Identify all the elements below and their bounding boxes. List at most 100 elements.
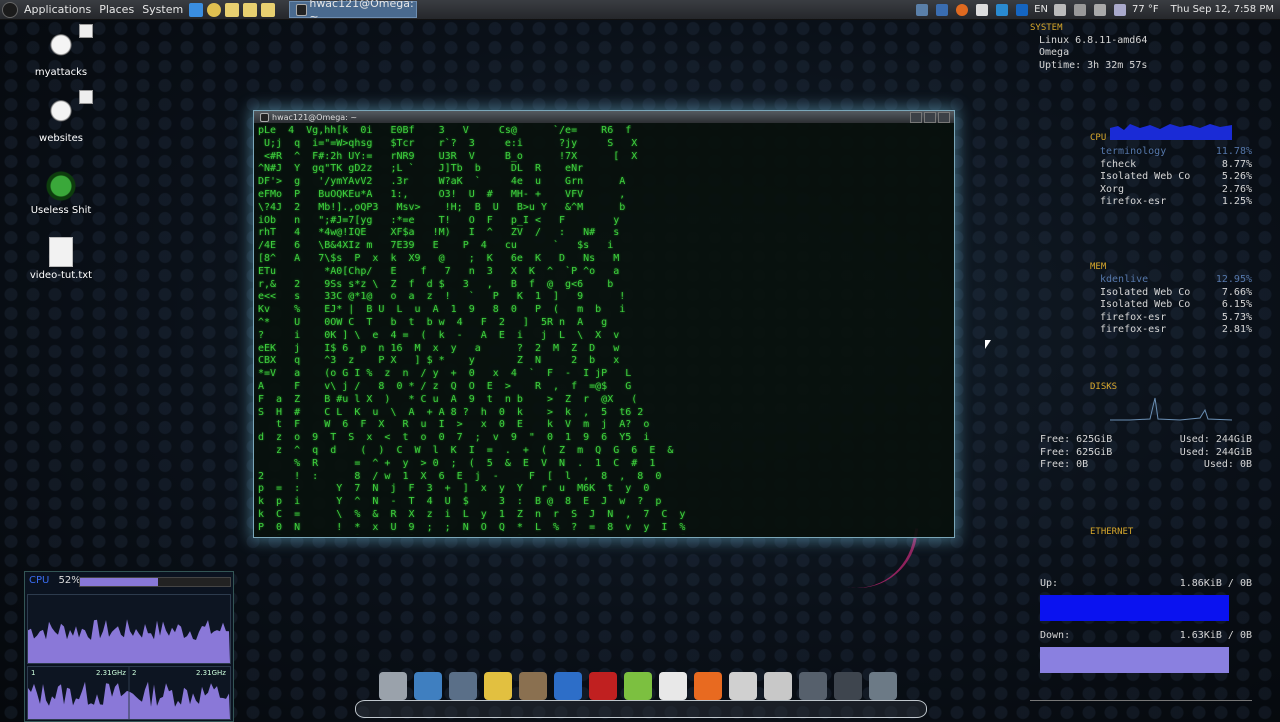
notes-icon[interactable] — [624, 672, 652, 700]
image-viewer-icon[interactable] — [414, 672, 442, 700]
biohazard-icon — [45, 170, 77, 202]
places-menu[interactable]: Places — [95, 3, 138, 16]
conky-ethernet: ETHERNET — [1090, 527, 1133, 537]
system-menu[interactable]: System — [138, 3, 187, 16]
net-down-row: Down: 1.63KiB / 0B — [1040, 630, 1252, 641]
tray-app-icon[interactable] — [996, 3, 1009, 16]
desktop-icon-video-tut[interactable]: video-tut.txt — [21, 237, 101, 281]
launcher-icon[interactable] — [189, 2, 204, 17]
weather-temp[interactable]: 77 °F — [1132, 4, 1159, 15]
desktop-icon-label: myattacks — [34, 67, 88, 78]
cpu-widget-percent: 52% — [58, 575, 81, 586]
volume-icon[interactable] — [1053, 3, 1066, 16]
taskbar-terminal[interactable]: hwac121@Omega: ~ — [289, 0, 418, 23]
disks-label: DISKS — [1090, 382, 1118, 392]
workspace-icon[interactable] — [799, 672, 827, 700]
hp-icon[interactable] — [1016, 3, 1029, 16]
net-up-row: Up: 1.86KiB / 0B — [1040, 578, 1252, 589]
cpu-process-row: terminology 11.78% — [1100, 146, 1252, 157]
cpu-widget: CPU 52% 1 2.31GHz 2 2.31GHz — [24, 571, 234, 722]
file-manager-icon[interactable] — [379, 672, 407, 700]
firefox-icon[interactable] — [694, 672, 722, 700]
disk-row: Free: 625GiB Used: 244GiB — [1040, 434, 1252, 445]
terminal-title: hwac121@Omega: ~ — [272, 112, 358, 122]
teapot-icon[interactable] — [484, 672, 512, 700]
network-icon[interactable] — [449, 672, 477, 700]
terminal-icon — [260, 112, 269, 122]
core1-label: 1 — [31, 669, 36, 677]
cpu-graph — [1110, 124, 1232, 140]
maximize-button[interactable] — [924, 112, 936, 123]
terminal-titlebar[interactable]: hwac121@Omega: ~ — [254, 111, 954, 123]
conky-system: SYSTEM Linux 6.8.11-amd64 Omega Uptime: … — [1030, 22, 1147, 72]
cpu-process-row: Isolated Web Co 5.26% — [1100, 171, 1252, 183]
cpu-widget-label: CPU — [29, 575, 50, 586]
skull-icon — [45, 24, 93, 64]
kernel-version: Linux 6.8.11-amd64 — [1039, 34, 1148, 46]
face-icon[interactable] — [225, 2, 240, 17]
top-panel: Applications Places System hwac121@Omega… — [0, 0, 1280, 23]
face-icon[interactable] — [243, 2, 258, 17]
document-icon[interactable] — [659, 672, 687, 700]
link-badge-icon — [79, 24, 93, 38]
cpu-process-row: firefox-esr 1.25% — [1100, 196, 1252, 208]
network-icon[interactable] — [1073, 3, 1086, 16]
terminal-window[interactable]: hwac121@Omega: ~ pLe 4 Vg,hh[k 0i E0Bf 3… — [253, 110, 955, 538]
system-label: SYSTEM — [1030, 23, 1063, 33]
firefox-icon[interactable] — [956, 3, 969, 16]
cherry-icon[interactable] — [589, 672, 617, 700]
conky-cpu: CPU — [1090, 133, 1106, 143]
desktop-icon-useless-shit[interactable]: Useless Shit — [21, 170, 101, 216]
weather-icon — [1113, 3, 1126, 16]
dock-shelf — [355, 700, 927, 718]
disk-usage-list: Free: 625GiB Used: 244GiB Free: 625GiB Use… — [1040, 434, 1252, 472]
system-monitor-icon[interactable] — [554, 672, 582, 700]
terminal-output[interactable]: pLe 4 Vg,hh[k 0i E0Bf 3 V Cs@ `/e= R6 f … — [258, 125, 950, 535]
cpu-usage-fill — [80, 578, 158, 586]
divider — [1030, 700, 1252, 701]
system-tray: EN 77 °F Thu Sep 12, 7:58 PM — [914, 0, 1280, 19]
computer-icon[interactable] — [764, 672, 792, 700]
disk-row: Free: 0B Used: 0B — [1040, 459, 1252, 471]
applications-menu[interactable]: Applications — [20, 3, 95, 16]
user-icon[interactable] — [869, 672, 897, 700]
cpu-process-row: fcheck 8.77% — [1100, 158, 1252, 170]
face-icon[interactable] — [261, 2, 276, 17]
debian-logo-icon[interactable] — [2, 1, 18, 18]
cpu-widget-header: CPU 52% — [29, 575, 81, 586]
core1-freq: 2.31GHz — [96, 669, 126, 677]
smiley-icon[interactable] — [207, 2, 222, 17]
mem-process-row: Isolated Web Co 6.15% — [1100, 299, 1252, 311]
cpu-process-row: Xorg 2.76% — [1100, 183, 1252, 195]
mem-process-row: firefox-esr 2.81% — [1100, 324, 1252, 336]
desktop-icon-label: Useless Shit — [30, 205, 92, 216]
browser-icon[interactable] — [936, 3, 949, 16]
up-label: Up: — [1040, 578, 1059, 589]
clock[interactable]: Thu Sep 12, 7:58 PM — [1171, 4, 1274, 15]
conky-disks: DISKS — [1090, 382, 1117, 392]
disk-row: Free: 625GiB Used: 244GiB — [1040, 446, 1252, 458]
keyboard-layout[interactable]: EN — [1034, 4, 1048, 15]
hostname: Omega — [1039, 47, 1070, 59]
printer-icon[interactable] — [729, 672, 757, 700]
uptime: Uptime: 3h 32m 57s — [1039, 59, 1148, 71]
conky-mem: MEM — [1090, 262, 1106, 272]
minimize-button[interactable] — [910, 112, 922, 123]
mem-process-list: kdenlive 12.95% Isolated Web Co 7.66% Isol… — [1100, 274, 1252, 337]
cpu-core-graph: 1 2.31GHz 2 2.31GHz — [27, 666, 231, 720]
close-button[interactable] — [938, 112, 950, 123]
taskbar-terminal-label: hwac121@Omega: ~ — [309, 0, 414, 23]
down-value: 1.63KiB / 0B — [1179, 630, 1252, 641]
app-icon[interactable] — [976, 3, 989, 16]
desktop-icon-myattacks[interactable]: myattacks — [21, 24, 101, 78]
mem-process-row: Isolated Web Co 7.66% — [1100, 286, 1252, 298]
down-label: Down: — [1040, 630, 1071, 641]
mem-label: MEM — [1090, 262, 1107, 272]
desktop-icon-websites[interactable]: websites — [21, 90, 101, 144]
gimp-icon[interactable] — [519, 672, 547, 700]
workspace-switcher-icon[interactable] — [916, 3, 929, 16]
screen-icon[interactable] — [1093, 3, 1106, 16]
mem-process-row: firefox-esr 5.73% — [1100, 311, 1252, 323]
drive-icon[interactable] — [834, 672, 862, 700]
terminal-icon — [296, 3, 308, 16]
